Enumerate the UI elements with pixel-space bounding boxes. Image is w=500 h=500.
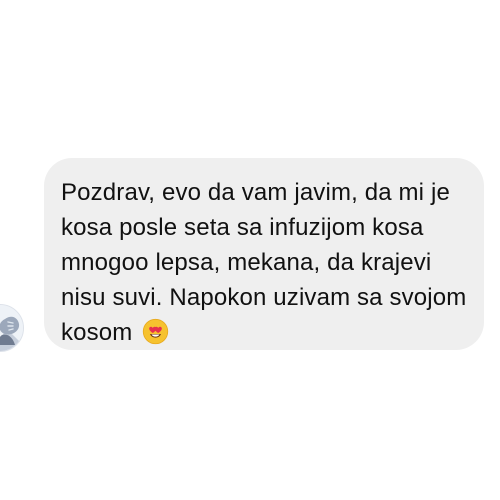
message-text-block: Pozdrav, evo da vam javim, da mi je kosa…	[61, 175, 470, 350]
chat-screen: Pozdrav, evo da vam javim, da mi je kosa…	[0, 0, 500, 500]
profile-photo-icon	[0, 305, 23, 351]
sender-avatar[interactable]	[0, 304, 24, 352]
message-text: Pozdrav, evo da vam javim, da mi je kosa…	[61, 179, 467, 346]
heart-eyes-emoji-icon	[142, 318, 169, 345]
incoming-message-bubble[interactable]: Pozdrav, evo da vam javim, da mi je kosa…	[44, 158, 484, 350]
